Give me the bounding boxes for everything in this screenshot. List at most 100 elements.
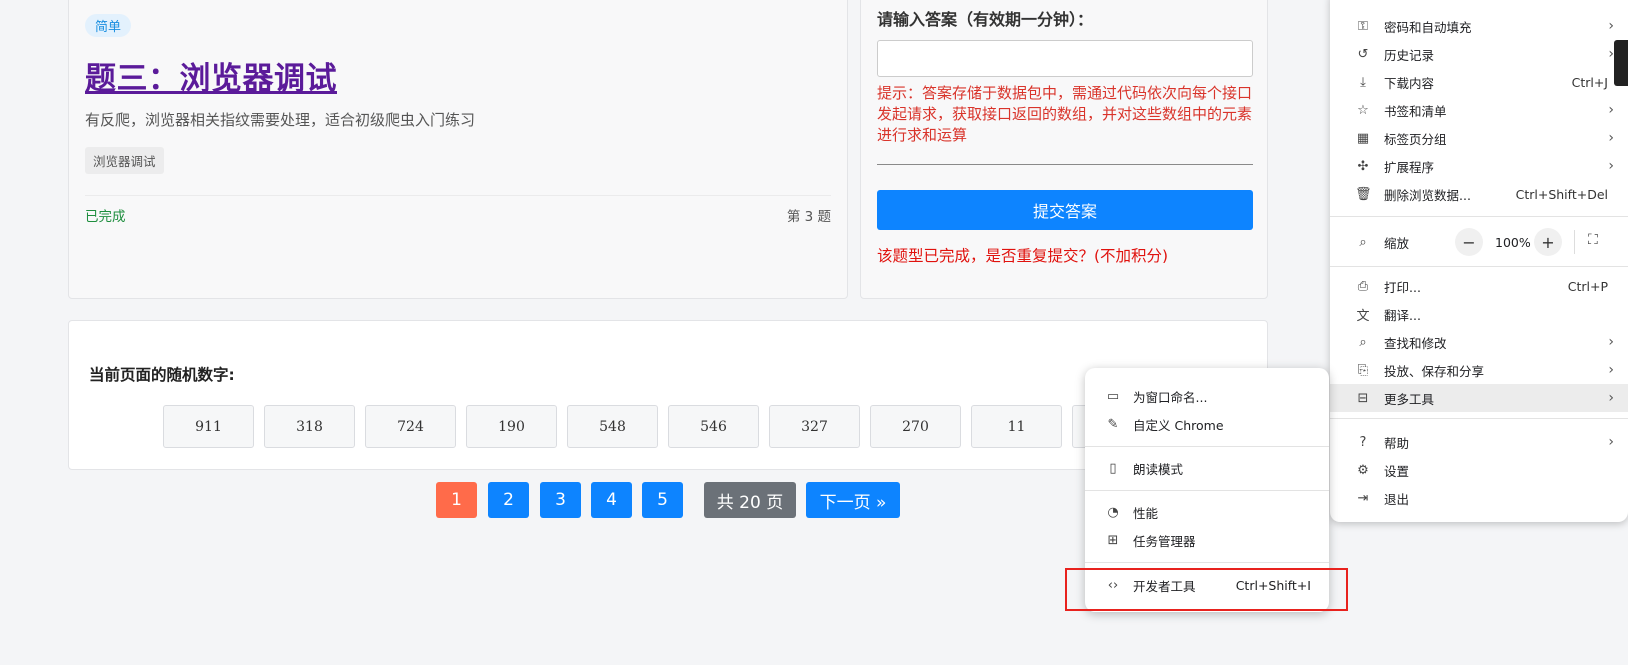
random-number-item: 11 — [971, 405, 1062, 448]
random-numbers-list: 911 318 724 190 548 546 327 270 11 — [163, 405, 1163, 448]
menu-item-bookmarks[interactable]: ☆ 书签和清单 › — [1330, 96, 1628, 124]
menu-item-name-window[interactable]: ▭ 为窗口命名... — [1085, 382, 1329, 410]
random-number-item: 327 — [769, 405, 860, 448]
pen-icon: ✎ — [1107, 416, 1119, 432]
shortcut-label: Ctrl+P — [1567, 278, 1608, 294]
chevron-right-icon: › — [1608, 434, 1614, 450]
menu-item-cast-save-share[interactable]: ⎘ 投放、保存和分享 › — [1330, 356, 1628, 384]
page-1-button[interactable]: 1 — [436, 482, 477, 518]
menu-item-help[interactable]: ? 帮助 › — [1330, 428, 1628, 456]
question-number: 第 3 题 — [786, 209, 831, 225]
side-panel-tab[interactable] — [1614, 40, 1628, 86]
menu-separator — [1085, 490, 1329, 491]
reading-mode-icon: ▯ — [1109, 460, 1117, 476]
download-icon: ⤓ — [1360, 74, 1366, 90]
submit-answer-button[interactable]: 提交答案 — [877, 190, 1253, 230]
next-page-button[interactable]: 下一页 » — [806, 482, 900, 518]
menu-separator — [1085, 446, 1329, 447]
chevron-right-icon: › — [1608, 362, 1614, 378]
divider — [877, 164, 1253, 165]
menu-separator — [1330, 266, 1628, 267]
difficulty-badge: 简单 — [85, 14, 132, 37]
menu-item-clear-data[interactable]: 🗑 删除浏览数据... Ctrl+Shift+Del — [1330, 180, 1628, 208]
answer-hint: 提示：答案存储于数据包中，需通过代码依次向每个接口发起请求，获取接口返回的数组，… — [877, 84, 1253, 144]
divider — [1574, 230, 1575, 254]
menu-item-zoom: ⌕ 缩放 − 100% + ⛶ — [1330, 224, 1628, 260]
shortcut-label: Ctrl+Shift+Del — [1515, 186, 1608, 202]
menu-separator — [1330, 216, 1628, 217]
answer-note: 该题型已完成，是否重复提交？(不加积分) — [877, 247, 1169, 265]
chevron-right-icon: › — [1608, 158, 1614, 174]
tab-groups-icon: ▦ — [1356, 130, 1370, 146]
menu-item-performance[interactable]: ◔ 性能 — [1085, 498, 1329, 526]
page-2-button[interactable]: 2 — [488, 482, 529, 518]
menu-item-translate[interactable]: 文 翻译... — [1330, 300, 1628, 328]
shortcut-label: Ctrl+J — [1571, 74, 1608, 90]
menu-item-history[interactable]: ↺ 历史记录 › — [1330, 40, 1628, 68]
chevron-right-icon: › — [1608, 130, 1614, 146]
random-number-item: 190 — [466, 405, 557, 448]
task-manager-icon: ⊞ — [1107, 532, 1119, 548]
trash-icon: 🗑 — [1355, 186, 1372, 202]
answer-input[interactable] — [877, 40, 1253, 77]
question-title-link[interactable]: 题三：浏览器调试 — [85, 53, 337, 98]
chevron-right-icon: › — [1608, 334, 1614, 350]
page-5-button[interactable]: 5 — [642, 482, 683, 518]
key-icon: ⚿ — [1358, 18, 1368, 34]
window-icon: ▭ — [1106, 388, 1120, 404]
page-4-button[interactable]: 4 — [591, 482, 632, 518]
menu-item-more-tools[interactable]: ⊟ 更多工具 › — [1330, 384, 1628, 412]
zoom-icon: ⌕ — [1359, 234, 1367, 250]
page-3-button[interactable]: 3 — [540, 482, 581, 518]
chevron-right-icon: › — [1608, 390, 1614, 406]
menu-separator — [1085, 562, 1329, 563]
divider — [85, 195, 831, 196]
menu-item-extensions[interactable]: ✣ 扩展程序 › — [1330, 152, 1628, 180]
total-pages-label: 共 20 页 — [704, 482, 796, 518]
status-badge: 已完成 — [85, 209, 126, 225]
zoom-in-button[interactable]: + — [1534, 228, 1562, 256]
random-number-item: 270 — [870, 405, 961, 448]
extension-icon: ✣ — [1357, 158, 1369, 174]
random-number-item: 724 — [365, 405, 456, 448]
question-description: 有反爬，浏览器相关指纹需要处理，适合初级爬虫入门练习 — [85, 111, 476, 129]
chevron-right-icon: › — [1608, 102, 1614, 118]
history-icon: ↺ — [1357, 46, 1369, 62]
menu-item-settings[interactable]: ⚙ 设置 — [1330, 456, 1628, 484]
find-icon: ⌕ — [1359, 334, 1367, 350]
fullscreen-icon[interactable]: ⛶ — [1588, 232, 1598, 248]
help-icon: ? — [1359, 434, 1367, 450]
menu-item-passwords[interactable]: ⚿ 密码和自动填充 › — [1330, 12, 1628, 40]
chrome-main-menu: ⚿ 密码和自动填充 › ↺ 历史记录 › ⤓ 下载内容 Ctrl+J ☆ 书签和… — [1330, 0, 1628, 522]
menu-item-print[interactable]: ⎙ 打印... Ctrl+P — [1330, 272, 1628, 300]
menu-item-find-edit[interactable]: ⌕ 查找和修改 › — [1330, 328, 1628, 356]
menu-item-exit[interactable]: ⇥ 退出 — [1330, 484, 1628, 512]
cast-icon: ⎘ — [1357, 362, 1369, 378]
answer-label: 请输入答案（有效期一分钟）： — [877, 10, 1094, 29]
zoom-level: 100% — [1495, 234, 1531, 250]
random-number-item: 318 — [264, 405, 355, 448]
settings-icon: ⚙ — [1357, 462, 1369, 478]
random-number-item: 548 — [567, 405, 658, 448]
star-icon: ☆ — [1357, 102, 1369, 118]
zoom-out-button[interactable]: − — [1455, 228, 1483, 256]
random-number-item: 911 — [163, 405, 254, 448]
toolbox-icon: ⊟ — [1357, 390, 1369, 406]
menu-item-downloads[interactable]: ⤓ 下载内容 Ctrl+J — [1330, 68, 1628, 96]
print-icon: ⎙ — [1357, 278, 1369, 294]
menu-separator — [1330, 418, 1628, 419]
menu-item-tab-groups[interactable]: ▦ 标签页分组 › — [1330, 124, 1628, 152]
random-number-item: 546 — [668, 405, 759, 448]
question-tag[interactable]: 浏览器调试 — [85, 147, 164, 174]
menu-item-customize-chrome[interactable]: ✎ 自定义 Chrome — [1085, 410, 1329, 438]
menu-item-reading-mode[interactable]: ▯ 朗读模式 — [1085, 454, 1329, 482]
random-numbers-title: 当前页面的随机数字: — [89, 366, 235, 384]
menu-item-task-manager[interactable]: ⊞ 任务管理器 — [1085, 526, 1329, 554]
annotation-highlight-box — [1065, 568, 1348, 611]
exit-icon: ⇥ — [1357, 490, 1369, 506]
question-card: 简单 题三：浏览器调试 有反爬，浏览器相关指纹需要处理，适合初级爬虫入门练习 浏… — [68, 0, 848, 299]
performance-icon: ◔ — [1107, 504, 1119, 520]
chevron-right-icon: › — [1608, 18, 1614, 34]
translate-icon: 文 — [1356, 308, 1370, 324]
answer-card: 请输入答案（有效期一分钟）： 提示：答案存储于数据包中，需通过代码依次向每个接口… — [860, 0, 1268, 299]
